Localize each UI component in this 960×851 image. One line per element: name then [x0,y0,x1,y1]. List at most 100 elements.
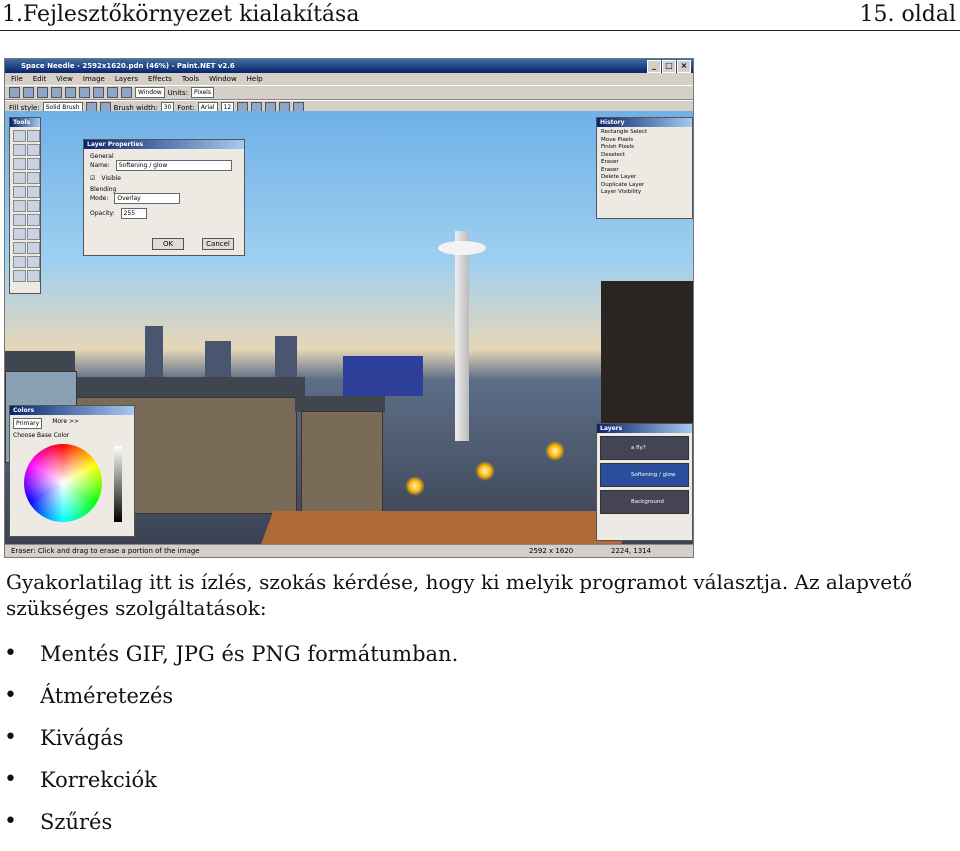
paint-bucket-icon[interactable] [13,186,26,198]
layer-row[interactable]: Softening / glow [600,463,689,487]
clone-stamp-icon[interactable] [13,228,26,240]
freeform-icon[interactable] [27,270,40,282]
menu-file[interactable]: File [11,73,23,85]
text-tool-icon[interactable] [13,242,26,254]
gradient-icon[interactable] [27,186,40,198]
menu-window[interactable]: Window [209,73,237,85]
rectangle-tool-icon[interactable] [13,256,26,268]
more-button[interactable]: More >> [52,418,79,429]
open-icon[interactable] [23,87,34,98]
menu-effects[interactable]: Effects [148,73,172,85]
colors-panel: Colors Primary More >> Choose Base Color [9,405,135,537]
maximize-icon[interactable]: □ [662,60,676,73]
history-item[interactable]: Rectangle Select [601,129,688,137]
name-label: Name: [90,162,110,169]
units-select[interactable]: Pixels [190,87,214,98]
ellipse-select-icon[interactable] [13,158,26,170]
opacity-label: Opacity: [90,210,115,217]
street [236,511,634,544]
layers-panel: Layers a fly? Softening / glow Backgroun… [596,423,693,541]
undo-icon[interactable] [107,87,118,98]
layer-name-input[interactable]: Softening / glow [115,160,232,171]
main-toolbar: Window Units: Pixels [5,85,693,100]
color-mode-select[interactable]: Primary [13,418,43,429]
recolor-icon[interactable] [27,228,40,240]
value-slider[interactable] [114,446,122,522]
paintnet-screenshot: Space Needle - 2592x1620.pdn (46%) - Pai… [4,58,694,558]
street-light [405,476,425,496]
roof [5,351,75,371]
ok-button[interactable]: OK [152,238,184,250]
layers-panel-title: Layers [597,424,692,433]
history-item[interactable]: Eraser [601,167,688,175]
minimize-icon[interactable]: _ [647,60,661,73]
menu-tools[interactable]: Tools [182,73,199,85]
zoom-tool-icon[interactable] [27,158,40,170]
menu-image[interactable]: Image [83,73,105,85]
feature-list: Mentés GIF, JPG és PNG formátumban. Átmé… [0,641,458,851]
layer-row[interactable]: a fly? [600,436,689,460]
move-selection-icon[interactable] [27,144,40,156]
history-item[interactable]: Duplicate Layer [601,182,688,190]
roof [65,377,305,397]
image-size: 2592 x 1620 [529,547,574,555]
redo-icon[interactable] [121,87,132,98]
list-item: Szűrés [0,809,458,851]
roof [295,396,385,412]
eraser-icon[interactable] [13,214,26,226]
history-item[interactable]: Layer Visibility [601,189,688,197]
history-item[interactable]: Deselect [601,152,688,160]
list-item: Átméretezés [0,683,458,725]
page-number: 15. oldal [859,2,957,27]
history-panel-title: History [597,118,692,127]
mode-label: Mode: [90,195,109,202]
list-item: Kivágás [0,725,458,767]
select-tool-icon[interactable] [13,130,26,142]
blend-mode-select[interactable]: Overlay [114,193,181,204]
history-item[interactable]: Move Pixels [601,137,688,145]
menu-edit[interactable]: Edit [33,73,47,85]
line-tool-icon[interactable] [27,242,40,254]
opacity-field[interactable]: 255 [120,208,147,219]
cursor-coords: 2224, 1314 [611,547,652,555]
save-icon[interactable] [37,87,48,98]
cancel-button[interactable]: Cancel [202,238,234,250]
history-item[interactable]: Eraser [601,159,688,167]
close-icon[interactable]: × [677,60,691,73]
lasso-tool-icon[interactable] [13,144,26,156]
move-tool-icon[interactable] [27,130,40,142]
chapter-title: 1.Fejlesztőkörnyezet kialakítása [2,2,360,27]
history-item[interactable]: Finish Pixels [601,144,688,152]
layer-row[interactable]: Background [600,490,689,514]
status-text: Eraser: Click and drag to erase a portio… [11,547,200,555]
menu-layers[interactable]: Layers [115,73,138,85]
blending-section-label: Blending [90,186,117,193]
copy-icon[interactable] [79,87,90,98]
paste-icon[interactable] [93,87,104,98]
pencil-icon[interactable] [27,200,40,212]
blue-building [343,356,423,396]
dialog-title: Layer Properties [84,140,244,149]
choose-color-label: Choose Base Color [13,432,70,439]
pan-tool-icon[interactable] [27,172,40,184]
space-needle-top [438,241,486,255]
ellipse-tool-icon[interactable] [13,270,26,282]
house [301,411,383,513]
window-titlebar: Space Needle - 2592x1620.pdn (46%) - Pai… [5,59,693,73]
color-picker-icon[interactable] [27,214,40,226]
cut-icon[interactable] [65,87,76,98]
brush-icon[interactable] [13,200,26,212]
street-light [475,461,495,481]
window-select[interactable]: Window [135,87,165,98]
history-panel: History Rectangle Select Move Pixels Fin… [596,117,693,219]
history-item[interactable]: Delete Layer [601,174,688,182]
rounded-rect-icon[interactable] [27,256,40,268]
visible-checkbox[interactable]: ☑ [90,175,95,182]
menu-view[interactable]: View [56,73,73,85]
menu-help[interactable]: Help [247,73,263,85]
print-icon[interactable] [51,87,62,98]
new-icon[interactable] [9,87,20,98]
color-wheel[interactable] [24,444,102,522]
street-light [545,441,565,461]
magic-wand-icon[interactable] [13,172,26,184]
